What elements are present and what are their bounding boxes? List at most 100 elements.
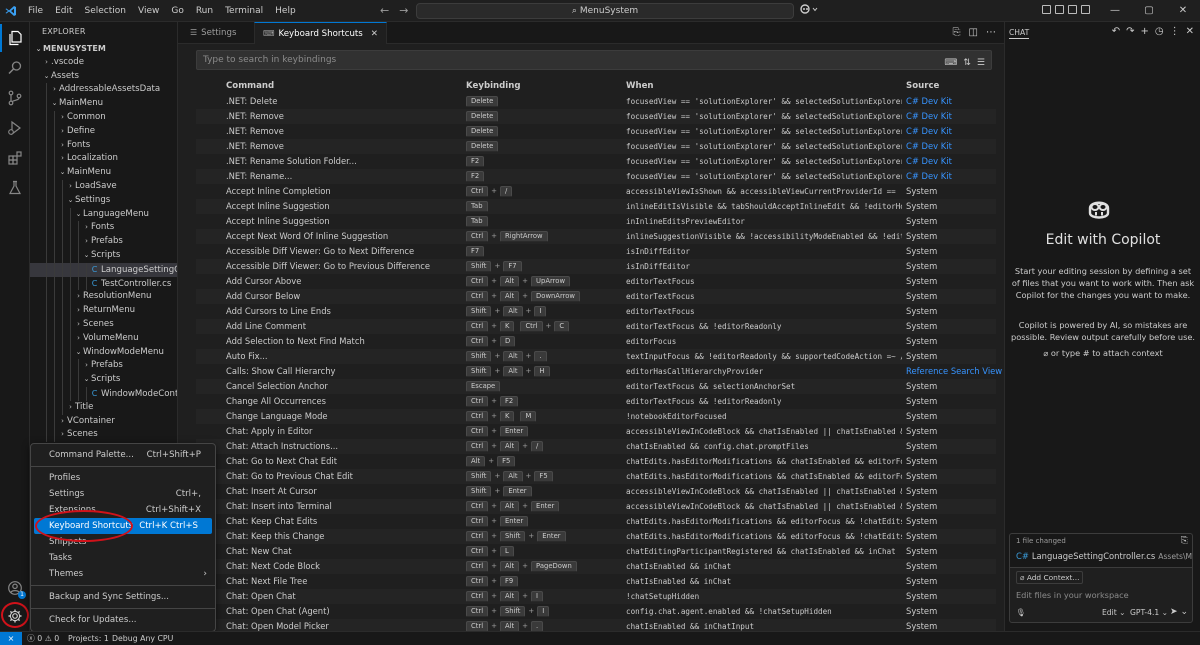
tree-folder-title[interactable]: › Title — [30, 400, 177, 415]
keybinding-cell[interactable]: Ctrl + Shift + Enter — [466, 529, 622, 544]
more-actions-icon[interactable]: ⋯ — [986, 27, 996, 38]
keybinding-cell[interactable]: Ctrl + L — [466, 544, 622, 559]
table-row[interactable]: .NET: Rename Solution Folder... F2 focused… — [196, 154, 996, 169]
keybinding-cell[interactable]: Ctrl + / — [466, 184, 622, 199]
tree-file-testcontroller-cs[interactable]: C TestController.cs — [30, 276, 177, 291]
tree-folder-scripts[interactable]: ⌄ Scripts — [30, 373, 177, 387]
tree-folder-vscode[interactable]: › .vscode — [30, 56, 177, 70]
chat-input-box[interactable]: ⌀ Add Context... Edit files in your work… — [1009, 567, 1193, 623]
keybinding-cell[interactable]: Ctrl + Enter — [466, 514, 622, 529]
table-row[interactable]: Add Selection to Next Find Match Ctrl + Ded… — [196, 334, 996, 349]
source-cell[interactable]: C# Dev Kit — [906, 124, 1002, 139]
source-control-icon[interactable] — [0, 84, 30, 112]
table-row[interactable]: Chat: Open Chat Ctrl + Alt + I !chatSetupHidde… — [196, 589, 996, 604]
table-row[interactable]: Chat: Apply in Editor Ctrl + Enter accessibl… — [196, 424, 996, 439]
redo-icon[interactable]: ↷ — [1126, 26, 1134, 37]
maximize-icon[interactable]: ▢ — [1132, 0, 1166, 22]
history-icon[interactable]: ◷ — [1155, 26, 1164, 37]
keybinding-cell[interactable]: Tab — [466, 199, 622, 214]
table-row[interactable]: Chat: Keep Chat Edits Ctrl + Enter chatEdits… — [196, 514, 996, 529]
tree-folder-fonts[interactable]: › Fonts — [30, 221, 177, 236]
keybinding-cell[interactable]: Ctrl + K M — [466, 409, 622, 424]
table-row[interactable]: Calls: Show Call Hierarchy Shift + Alt + Hedi… — [196, 364, 1002, 379]
tree-file-windowmodecontroller-cs[interactable]: CWindowModeController.cs — [30, 386, 177, 401]
tree-folder-define[interactable]: › Define — [30, 124, 177, 139]
tree-folder-fonts[interactable]: › Fonts — [30, 138, 177, 153]
tree-folder-windowmodemenu[interactable]: ⌄ WindowModeMenu — [30, 345, 177, 360]
tab-settings[interactable]: ☰ Settings — [182, 22, 244, 44]
keybinding-cell[interactable]: Tab — [466, 214, 622, 229]
table-row[interactable]: Change All Occurrences Ctrl + F2 editorTextF… — [196, 394, 996, 409]
table-row[interactable]: Accept Next Word Of Inline Suggestion Ctr… — [196, 229, 996, 244]
undo-icon[interactable]: ↶ — [1112, 26, 1120, 37]
menu-item-settings[interactable]: Settings Ctrl+, — [31, 486, 215, 502]
tree-folder-prefabs[interactable]: › Prefabs — [30, 235, 177, 249]
tree-folder-scenes[interactable]: › Scenes — [30, 428, 177, 443]
table-row[interactable]: Cancel Selection Anchor Escape editorTextF… — [196, 379, 996, 394]
table-row[interactable]: Chat: Go to Next Chat Edit Alt + F5 chatEdit… — [196, 454, 996, 469]
header-when[interactable]: When — [626, 78, 902, 94]
keybinding-cell[interactable]: Ctrl + Alt + / — [466, 439, 622, 454]
menu-terminal[interactable]: Terminal — [219, 0, 269, 22]
extensions-icon[interactable] — [0, 144, 30, 172]
header-command[interactable]: Command — [226, 78, 464, 94]
keybinding-cell[interactable]: F2 — [466, 154, 622, 169]
toggle-secondary-sidebar-icon[interactable] — [1068, 5, 1077, 14]
tree-folder-volumemenu[interactable]: › VolumeMenu — [30, 331, 177, 346]
keybinding-cell[interactable]: Ctrl + D — [466, 334, 622, 349]
sort-by-precedence-icon[interactable]: ⇅ — [963, 54, 971, 72]
tree-folder-assets[interactable]: ⌄ Assets — [30, 70, 177, 84]
tree-file-languagesettingcontroll[interactable]: CLanguageSettingControll... — [30, 262, 177, 277]
keybinding-cell[interactable]: Ctrl + F9 — [466, 574, 622, 589]
chat-title[interactable]: CHAT — [1009, 28, 1030, 39]
menu-edit[interactable]: Edit — [49, 0, 78, 22]
explorer-files-icon[interactable] — [0, 24, 30, 52]
tree-folder-loadsave[interactable]: › LoadSave — [30, 179, 177, 194]
tree-folder-scenes[interactable]: › Scenes — [30, 317, 177, 332]
debug-config-status[interactable]: Debug Any CPU — [112, 632, 173, 645]
tree-folder-scripts[interactable]: ⌄ Scripts — [30, 248, 177, 263]
table-row[interactable]: .NET: Remove Delete focusedView == 'soluti… — [196, 139, 996, 154]
tree-folder-localization[interactable]: › Localization — [30, 152, 177, 167]
source-cell[interactable]: C# Dev Kit — [906, 154, 1002, 169]
menu-item-profiles[interactable]: Profiles — [31, 470, 215, 486]
header-source[interactable]: Source — [906, 78, 1002, 94]
table-row[interactable]: Add Cursors to Line Ends Shift + Alt + Iedito… — [196, 304, 996, 319]
table-row[interactable]: Chat: Open Chat (Agent) Ctrl + Shift + Iconfi… — [196, 604, 996, 619]
menu-go[interactable]: Go — [165, 0, 189, 22]
table-row[interactable]: Chat: New Chat Ctrl + LchatEditingParticipa… — [196, 544, 996, 559]
microphone-icon[interactable]: 🎙 — [1016, 608, 1026, 617]
menu-file[interactable]: File — [22, 0, 49, 22]
table-row[interactable]: Add Line Comment Ctrl + K Ctrl + CeditorTextFo… — [196, 319, 996, 334]
keybinding-cell[interactable]: Shift + Alt + I — [466, 304, 622, 319]
table-row[interactable]: Accept Inline Suggestion Tab inInlineEdits… — [196, 214, 996, 229]
customize-layout-icon[interactable] — [1081, 5, 1090, 14]
keybinding-cell[interactable]: Ctrl + Alt + PageDown — [466, 559, 622, 574]
source-cell[interactable]: C# Dev Kit — [906, 169, 1002, 184]
keybinding-cell[interactable]: Ctrl + Alt + UpArrow — [466, 274, 622, 289]
table-row[interactable]: Chat: Insert into Terminal Ctrl + Alt + Enter… — [196, 499, 996, 514]
add-context-button[interactable]: ⌀ Add Context... — [1016, 571, 1084, 584]
remote-indicator-icon[interactable]: ⨯ — [0, 632, 22, 645]
keybinding-cell[interactable]: Shift + Enter — [466, 484, 622, 499]
copilot-icon[interactable] — [800, 4, 818, 17]
table-row[interactable]: Chat: Go to Previous Chat Edit Shift + Alt +… — [196, 469, 996, 484]
table-row[interactable]: Accept Inline Suggestion Tab inlineEditIsV… — [196, 199, 996, 214]
table-row[interactable]: Add Cursor Above Ctrl + Alt + UpArrow editorTe… — [196, 274, 996, 289]
menu-help[interactable]: Help — [269, 0, 302, 22]
tab-keyboard-shortcuts[interactable]: ⌨ Keyboard Shortcuts ✕ — [254, 22, 387, 44]
record-keys-icon[interactable]: ⌨ — [944, 54, 957, 72]
keybinding-cell[interactable]: Shift + Alt + H — [466, 364, 622, 379]
keybinding-cell[interactable]: Ctrl + Enter — [466, 424, 622, 439]
tree-folder-common[interactable]: › Common — [30, 110, 177, 125]
keybinding-cell[interactable]: Ctrl + RightArrow — [466, 229, 622, 244]
source-cell[interactable]: C# Dev Kit — [906, 94, 1002, 109]
table-row[interactable]: Accessible Diff Viewer: Go to Next Diffe… — [196, 244, 996, 259]
menu-selection[interactable]: Selection — [79, 0, 132, 22]
table-row[interactable]: Accept Inline Completion Ctrl + / accessible… — [196, 184, 996, 199]
table-row[interactable]: Auto Fix... Shift + Alt +. textInputFocus && … — [196, 349, 996, 364]
projects-status[interactable]: Projects: 1 — [68, 632, 109, 645]
source-cell[interactable]: C# Dev Kit — [906, 139, 1002, 154]
new-chat-plus-icon[interactable]: + — [1140, 26, 1148, 37]
table-row[interactable]: Chat: Attach Instructions... Ctrl + Alt + / ch… — [196, 439, 996, 454]
